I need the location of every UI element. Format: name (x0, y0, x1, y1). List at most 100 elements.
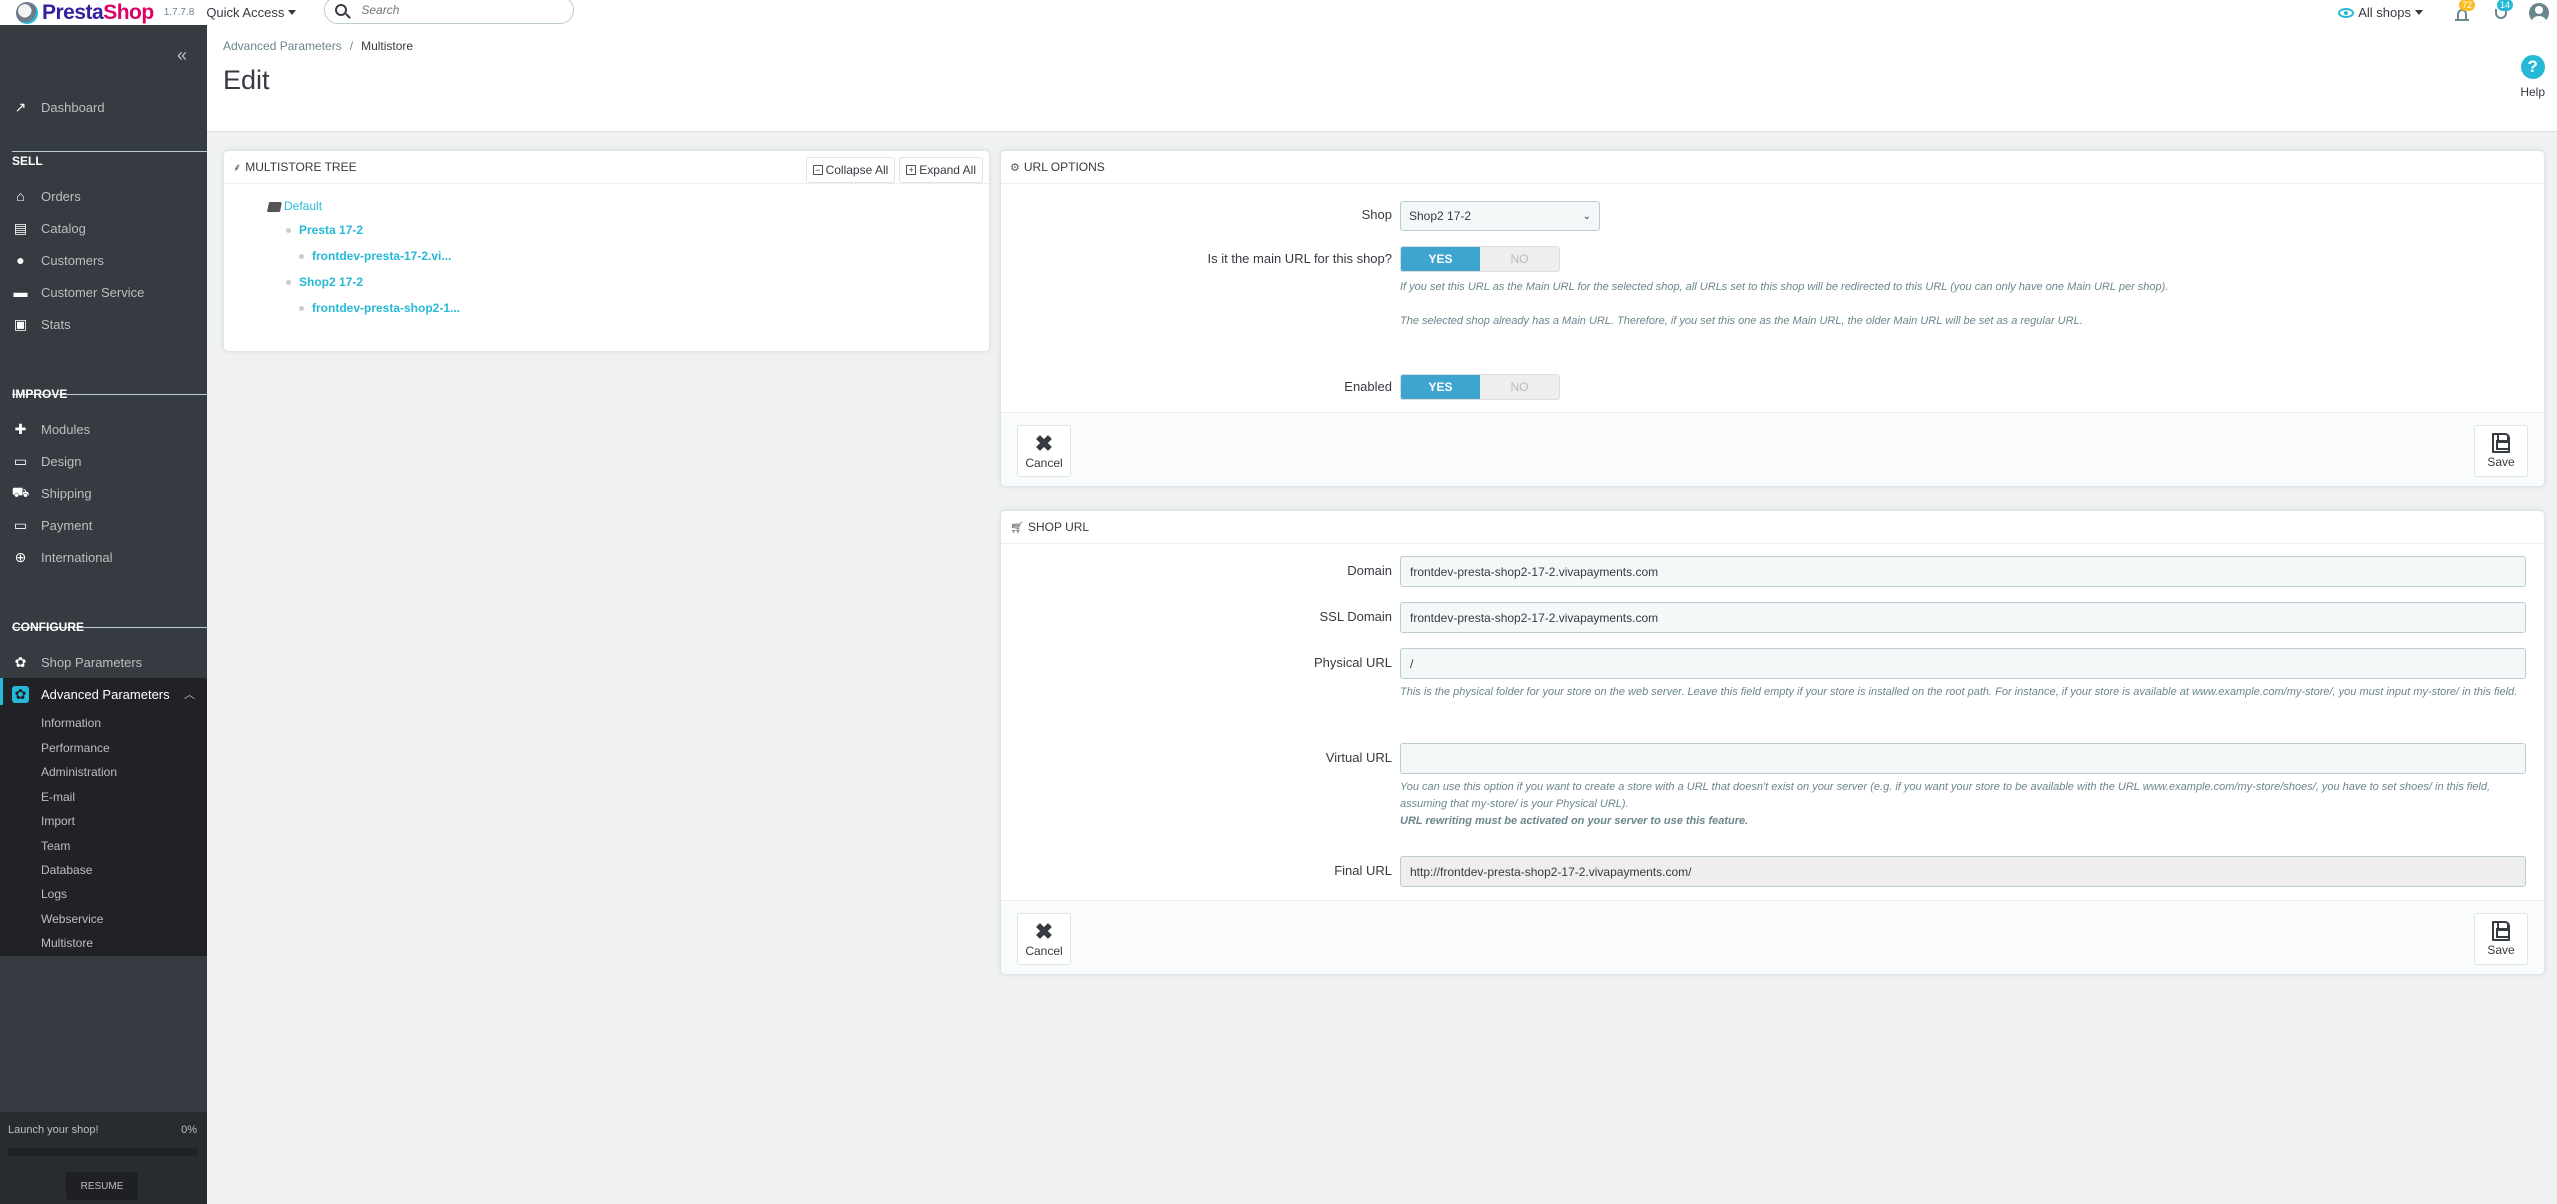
user-avatar-icon[interactable] (2529, 2, 2549, 23)
main-url-warning: The selected shop already has a Main URL… (1400, 315, 2083, 327)
cancel-button[interactable]: ✖ Cancel (1017, 425, 1071, 477)
submenu-item-database[interactable]: Database (41, 863, 92, 877)
tree-shop[interactable]: Presta 17-2 (286, 223, 363, 237)
account-circle-icon: ● (16, 252, 25, 268)
collapse-sidebar-icon[interactable]: « (177, 45, 187, 66)
sidebar-item-payment[interactable]: ▭ Payment (0, 509, 207, 541)
sidebar-item-label: Orders (41, 188, 81, 204)
sidebar-item-label: Modules (41, 421, 91, 437)
tree-group-default[interactable]: Default (266, 199, 322, 213)
save-button[interactable]: Save (2474, 425, 2528, 477)
sidebar: « ↗ Dashboard SELL ⌂ Orders ▤ Catalog ● Cus… (0, 25, 207, 1204)
caret-down-icon (288, 10, 297, 15)
resume-button[interactable]: RESUME (66, 1172, 138, 1200)
submenu-item-administration[interactable]: Administration (41, 765, 117, 779)
sidebar-item-design[interactable]: ▭ Design (0, 445, 207, 477)
launch-progress-bar (8, 1148, 198, 1156)
sidebar-item-customers[interactable]: ● Customers (0, 244, 207, 276)
tree-shop-url[interactable]: frontdev-presta-17-2.vi... (299, 249, 451, 263)
sidebar-item-shop-parameters[interactable]: ✿ Shop Parameters (0, 646, 207, 678)
tree-shop[interactable]: Shop2 17-2 (286, 275, 363, 289)
chat-icon: ▬ (13, 284, 28, 300)
switch-no[interactable]: NO (1480, 247, 1559, 271)
submenu-item-import[interactable]: Import (41, 814, 75, 828)
tree-label: frontdev-presta-shop2-1... (312, 301, 461, 315)
sidebar-item-stats[interactable]: ▣ Stats (0, 308, 207, 340)
save-button[interactable]: Save (2474, 913, 2528, 965)
breadcrumb-item[interactable]: Advanced Parameters (223, 39, 342, 53)
puzzle-icon: ✚ (14, 420, 27, 437)
breadcrumb: Advanced Parameters / Multistore (223, 39, 413, 53)
expand-all-button[interactable]: + Expand All (899, 157, 983, 183)
sidebar-item-catalog[interactable]: ▤ Catalog (0, 212, 207, 244)
enabled-switch[interactable]: YES NO (1400, 374, 1560, 400)
orders-badge: 72 (2459, 0, 2476, 11)
sidebar-item-international[interactable]: ⊕ International (0, 541, 207, 573)
search-input[interactable] (361, 2, 552, 17)
multistore-tree-panel: ⸙ MULTISTORE TREE − Collapse All + Expand … (223, 150, 990, 352)
submenu-item-team[interactable]: Team (41, 839, 70, 853)
shop-context-selector[interactable]: All shops (2338, 5, 2423, 20)
bullet-icon (286, 228, 291, 234)
gear-icon: ✿ (14, 653, 27, 670)
main-url-switch[interactable]: YES NO (1400, 246, 1560, 272)
switch-no[interactable]: NO (1480, 375, 1559, 399)
sidebar-item-label: International (41, 549, 113, 565)
bullet-icon (286, 280, 291, 286)
final-url-label: Final URL (1334, 863, 1392, 878)
shop-select[interactable]: Shop2 17-2 ⌄ (1400, 201, 1600, 231)
bar-chart-icon: ▣ (13, 315, 28, 332)
puffin-logo-icon (16, 1, 38, 24)
submenu-item-information[interactable]: Information (41, 716, 101, 730)
version-label: 1.7.7.8 (163, 7, 195, 18)
panel-footer: ✖ Cancel Save (1001, 900, 2544, 974)
close-icon: ✖ (1034, 919, 1054, 944)
messages-notifications[interactable]: 14 (2491, 0, 2514, 23)
sidebar-item-label: Dashboard (41, 99, 105, 115)
domain-input[interactable] (1400, 556, 2526, 587)
chevron-down-icon: ⌄ (1582, 210, 1591, 222)
panel-title: URL OPTIONS (1023, 160, 1105, 174)
section-title-configure: CONFIGURE (12, 620, 84, 634)
panel-header: 🛒︎ SHOP URL (1001, 511, 2544, 544)
submenu-item-multistore[interactable]: Multistore (41, 936, 93, 950)
button-label: Save (2487, 943, 2515, 957)
sidebar-item-label: Payment (41, 517, 93, 533)
submenu-item-performance[interactable]: Performance (41, 741, 110, 755)
physical-url-input[interactable] (1400, 648, 2526, 679)
search-icon[interactable] (335, 3, 348, 16)
sidebar-item-shipping[interactable]: ⛟ Shipping (0, 477, 207, 509)
advanced-parameters-submenu: Information Performance Administration E… (0, 705, 207, 956)
launch-percent: 0% (181, 1124, 197, 1136)
physical-url-help: This is the physical folder for your sto… (1400, 686, 2518, 698)
caret-down-icon (2415, 10, 2423, 15)
submenu-item-logs[interactable]: Logs (41, 887, 67, 901)
switch-yes[interactable]: YES (1401, 375, 1480, 399)
switch-yes[interactable]: YES (1401, 247, 1480, 271)
ssl-domain-input[interactable] (1400, 602, 2526, 633)
search-box[interactable] (324, 0, 575, 24)
sidebar-item-customer-service[interactable]: ▬ Customer Service (0, 276, 207, 308)
help-button[interactable]: ? Help (2520, 55, 2545, 99)
quick-access-dropdown[interactable]: Quick Access (206, 5, 297, 20)
sidebar-item-label: Catalog (41, 220, 86, 236)
virtual-url-input[interactable] (1400, 743, 2526, 774)
tree-label: Presta 17-2 (299, 223, 364, 237)
sidebar-item-modules[interactable]: ✚ Modules (0, 413, 207, 445)
page-title: Edit (223, 65, 270, 95)
cancel-button[interactable]: ✖ Cancel (1017, 913, 1071, 965)
submenu-item-email[interactable]: E-mail (41, 790, 75, 804)
button-label: Save (2487, 455, 2515, 469)
basket-icon: ⌂ (16, 188, 25, 204)
chevron-up-icon: ︿ (184, 689, 195, 701)
tree-shop-url[interactable]: frontdev-presta-shop2-1... (299, 301, 460, 315)
submenu-item-webservice[interactable]: Webservice (41, 912, 103, 926)
panel-title: MULTISTORE TREE (245, 160, 357, 174)
collapse-all-button[interactable]: − Collapse All (805, 157, 896, 183)
prestashop-logo[interactable]: PrestaShop (16, 1, 154, 25)
globe-icon: ⊕ (14, 548, 27, 565)
sidebar-item-dashboard[interactable]: ↗ Dashboard (0, 91, 207, 123)
truck-icon: ⛟ (11, 483, 30, 500)
orders-notifications[interactable]: 72 (2453, 0, 2476, 23)
sidebar-item-orders[interactable]: ⌂ Orders (0, 180, 207, 212)
